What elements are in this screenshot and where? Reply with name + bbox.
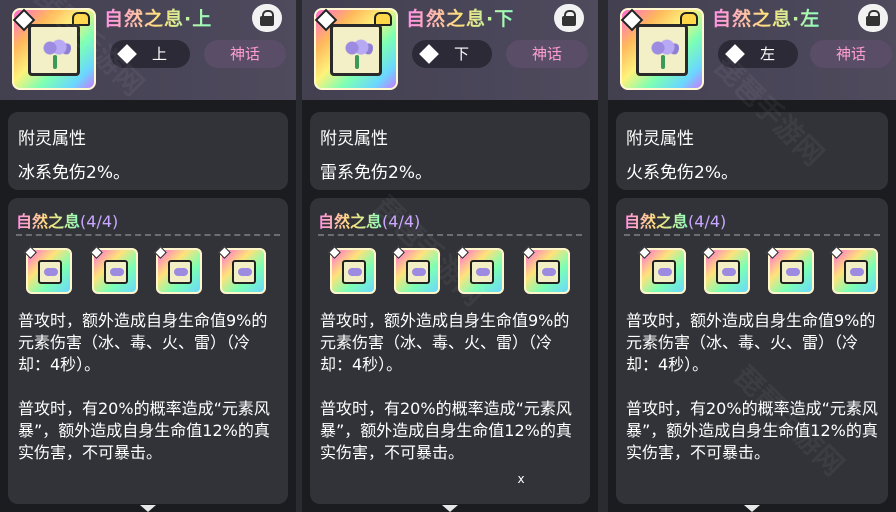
- set-piece-icon[interactable]: [218, 246, 266, 294]
- rarity-badge: 神话: [810, 40, 892, 68]
- attribute-section: 附灵属性 冰系免伤2%。: [8, 112, 288, 190]
- set-effects: 普攻时，额外造成自身生命值9%的元素伤害（冰、毒、火、雷）（冷却：4秒）。 普攻…: [320, 310, 580, 486]
- attribute-title: 附灵属性: [320, 129, 388, 149]
- set-header: 自然之息(4/4): [16, 208, 118, 232]
- lock-icon[interactable]: [554, 4, 584, 32]
- divider: [624, 234, 880, 236]
- set-piece-icon[interactable]: [766, 246, 814, 294]
- slot-badge: 下: [412, 40, 492, 68]
- rune-icon[interactable]: [620, 8, 704, 90]
- rune-emblem: [636, 24, 688, 76]
- set-piece-icon[interactable]: [154, 246, 202, 294]
- chevron-down-icon[interactable]: [442, 505, 458, 512]
- attribute-value: 冰系免伤2%。: [18, 163, 130, 183]
- set-piece-icon[interactable]: [90, 246, 138, 294]
- attribute-title: 附灵属性: [18, 129, 86, 149]
- set-header: 自然之息(4/4): [624, 208, 726, 232]
- set-bonus-section: 自然之息(4/4) 普攻时，额外造成自身生命值9%的元素伤害（冰、毒、火、雷）（…: [8, 198, 288, 504]
- set-name: 自然之息: [16, 212, 81, 231]
- set-effect-1: 普攻时，额外造成自身生命值9%的元素伤害（冰、毒、火、雷）（冷却：4秒）。: [18, 311, 268, 374]
- close-icon[interactable]: x: [514, 472, 528, 486]
- set-piece-icon[interactable]: [522, 246, 570, 294]
- rune-emblem: [330, 24, 382, 76]
- attribute-section: 附灵属性 火系免伤2%。: [616, 112, 888, 190]
- rune-comparison-view: 自然之息·上 上 神话 附灵属性 冰系免伤2%。 自然之息(4/4) 普攻时，额…: [0, 0, 896, 512]
- stem-icon: [355, 55, 359, 69]
- set-piece-list: [634, 246, 878, 296]
- set-piece-icon[interactable]: [24, 246, 72, 294]
- divider: [16, 234, 280, 236]
- divider: [318, 234, 582, 236]
- set-piece-icon[interactable]: [702, 246, 750, 294]
- rarity-badge: 神话: [506, 40, 588, 68]
- rarity-badge: 神话: [204, 40, 286, 68]
- stem-icon: [661, 55, 665, 69]
- set-name: 自然之息: [624, 212, 689, 231]
- set-piece-icon[interactable]: [638, 246, 686, 294]
- attribute-value: 雷系免伤2%。: [320, 163, 432, 183]
- slot-label: 上: [152, 45, 168, 63]
- stem-icon: [53, 55, 57, 69]
- chevron-down-icon[interactable]: [744, 505, 760, 512]
- set-piece-list: [24, 246, 278, 296]
- set-effect-2: 普攻时，有20%的概率造成“元素风暴”，额外造成自身生命值12%的真实伤害，不可…: [320, 399, 572, 462]
- slot-down-icon: [419, 44, 439, 64]
- attribute-section: 附灵属性 雷系免伤2%。: [310, 112, 590, 190]
- set-count: (4/4): [80, 212, 119, 231]
- lock-icon[interactable]: [858, 4, 888, 32]
- lock-icon[interactable]: [252, 4, 282, 32]
- set-effect-2: 普攻时，有20%的概率造成“元素风暴”，额外造成自身生命值12%的真实伤害，不可…: [18, 399, 270, 462]
- rune-header: 自然之息·下 下 神话: [302, 0, 598, 100]
- set-effects: 普攻时，额外造成自身生命值9%的元素伤害（冰、毒、火、雷）（冷却：4秒）。 普攻…: [18, 310, 278, 486]
- set-count: (4/4): [688, 212, 727, 231]
- slot-label: 左: [760, 45, 776, 63]
- set-effect-1: 普攻时，额外造成自身生命值9%的元素伤害（冰、毒、火、雷）（冷却：4秒）。: [320, 311, 570, 374]
- attribute-value: 火系免伤2%。: [626, 163, 738, 183]
- chevron-down-icon[interactable]: [140, 505, 156, 512]
- rune-title: 自然之息·上: [104, 4, 212, 31]
- rune-icon[interactable]: [314, 8, 398, 90]
- attribute-title: 附灵属性: [626, 129, 694, 149]
- slot-label: 下: [454, 45, 470, 63]
- set-piece-icon[interactable]: [830, 246, 878, 294]
- set-piece-icon[interactable]: [328, 246, 376, 294]
- rune-title: 自然之息·左: [712, 4, 820, 31]
- rune-title: 自然之息·下: [406, 4, 514, 31]
